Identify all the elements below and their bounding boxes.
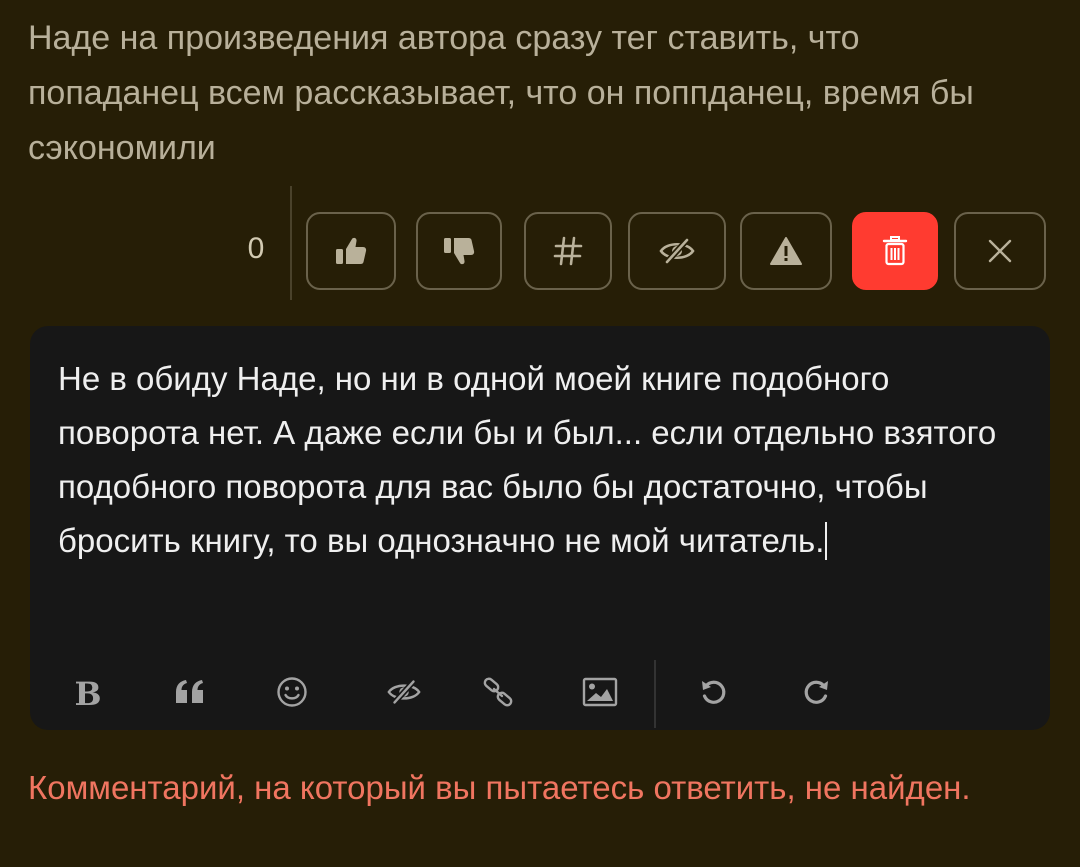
- close-button[interactable]: [954, 212, 1046, 290]
- bold-button[interactable]: B: [60, 672, 116, 716]
- eye-slash-icon: [386, 679, 422, 710]
- close-icon: [986, 237, 1014, 265]
- editor-toolbar: B: [30, 660, 1050, 730]
- hide-button[interactable]: [628, 212, 726, 290]
- reply-textarea[interactable]: Не в обиду Наде, но ни в одной моей книг…: [58, 352, 1018, 568]
- redo-button[interactable]: [788, 672, 844, 716]
- undo-button[interactable]: [686, 672, 742, 716]
- delete-button[interactable]: [852, 212, 938, 290]
- like-button[interactable]: [306, 212, 396, 290]
- hash-link-button[interactable]: [524, 212, 612, 290]
- insert-link-button[interactable]: [470, 672, 526, 716]
- spoiler-button[interactable]: [376, 672, 432, 716]
- dislike-button[interactable]: [416, 212, 502, 290]
- error-message: Комментарий, на который вы пытаетесь отв…: [28, 769, 971, 806]
- undo-icon: [699, 677, 729, 712]
- thumbs-down-icon: [442, 235, 476, 267]
- image-button[interactable]: [572, 672, 628, 716]
- smiley-icon: [276, 676, 308, 713]
- warning-icon: [769, 236, 803, 266]
- text-caret: [825, 522, 828, 560]
- emoji-button[interactable]: [264, 672, 320, 716]
- image-icon: [582, 677, 618, 712]
- quote-button[interactable]: [162, 672, 218, 716]
- redo-icon: [801, 677, 831, 712]
- parent-comment-text: Наде на произведения автора сразу тег ст…: [28, 19, 974, 167]
- reply-editor[interactable]: Не в обиду Наде, но ни в одной моей книг…: [30, 326, 1050, 730]
- report-button[interactable]: [740, 212, 832, 290]
- reply-text: Не в обиду Наде, но ни в одной моей книг…: [58, 360, 997, 559]
- action-divider: [290, 186, 292, 300]
- trash-icon: [882, 235, 908, 267]
- link-icon: [482, 676, 514, 713]
- thumbs-up-icon: [334, 235, 368, 267]
- bold-icon: B: [74, 675, 102, 713]
- rating-count: 0: [247, 232, 265, 265]
- hash-icon: [553, 235, 583, 267]
- quote-icon: [174, 679, 206, 710]
- eye-slash-icon: [658, 238, 696, 264]
- comment-action-bar: 0: [0, 186, 1080, 300]
- toolbar-divider: [654, 660, 656, 728]
